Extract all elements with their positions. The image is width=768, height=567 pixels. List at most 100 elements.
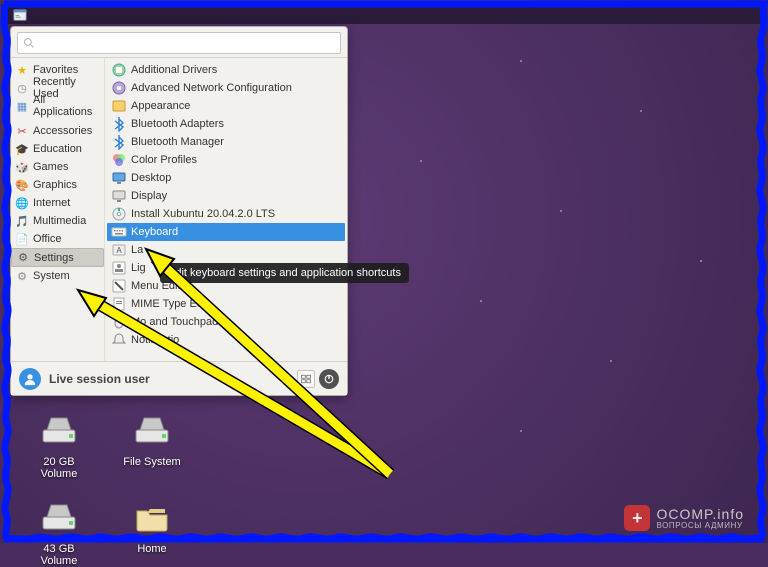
app-item-label: Appearance [131, 100, 190, 112]
sidebar-item-all-applications[interactable]: ▦ All Applications [11, 97, 104, 115]
menu-sidebar: ★ Favorites ◷ Recently Used ▦ All Applic… [11, 58, 105, 361]
watermark-sub: ВОПРОСЫ АДМИНУ [656, 521, 744, 530]
sidebar-item-accessories[interactable]: ✂ Accessories [11, 122, 104, 140]
mouse-icon [111, 314, 127, 330]
app-item-label: Desktop [131, 172, 171, 184]
graphics-icon: 🎨 [15, 178, 29, 192]
gear-icon: ⚙ [16, 251, 30, 265]
app-item-notifications[interactable]: Notificatio [107, 331, 345, 349]
sidebar-item-label: Education [33, 143, 82, 155]
system-icon: ⚙ [15, 269, 29, 283]
app-item-color-profiles[interactable]: Color Profiles [107, 151, 345, 169]
app-item-label: Advanced Network Configuration [131, 82, 292, 94]
drive-icon [130, 408, 174, 452]
desktop-icon-volume[interactable]: 43 GB Volume [25, 495, 93, 567]
sidebar-item-system[interactable]: ⚙ System [11, 267, 104, 285]
desktop-icon-home[interactable]: Home [118, 495, 186, 555]
tooltip: Edit keyboard settings and application s… [160, 263, 409, 283]
app-item-keyboard[interactable]: Keyboard [107, 223, 345, 241]
sidebar-item-label: Settings [34, 252, 74, 264]
folder-icon [130, 495, 174, 539]
icon-label: File System [118, 456, 186, 468]
language-icon: A [111, 242, 127, 258]
app-item-bluetooth-adapters[interactable]: Bluetooth Adapters [107, 115, 345, 133]
grid-icon: ▦ [15, 99, 29, 113]
app-item-appearance[interactable]: Appearance [107, 97, 345, 115]
svg-text:A: A [116, 246, 122, 255]
search-icon [23, 37, 35, 49]
office-icon: 📄 [15, 232, 29, 246]
applications-menu: ★ Favorites ◷ Recently Used ▦ All Applic… [10, 26, 348, 396]
app-item-label: Lig [131, 262, 146, 274]
app-item-label: Bluetooth Manager [131, 136, 224, 148]
sidebar-item-label: Accessories [33, 125, 92, 137]
sidebar-item-settings[interactable]: ⚙ Settings [11, 248, 104, 267]
app-item-label: Bluetooth Adapters [131, 118, 224, 130]
watermark-main: OCOMP [656, 506, 712, 522]
menu-editor-icon [111, 278, 127, 294]
drivers-icon [111, 62, 127, 78]
app-item-label: Display [131, 190, 167, 202]
app-item-label: Mo and Touchpad [131, 316, 218, 328]
multimedia-icon: 🎵 [15, 214, 29, 228]
app-item-label: Install Xubuntu 20.04.2.0 LTS [131, 208, 275, 220]
settings-manager-button[interactable] [297, 370, 315, 388]
sidebar-item-education[interactable]: 🎓 Education [11, 140, 104, 158]
sidebar-item-multimedia[interactable]: 🎵 Multimedia [11, 212, 104, 230]
display-icon [111, 188, 127, 204]
app-item-label: MIME Type Edit [131, 298, 208, 310]
keyboard-icon [111, 224, 127, 240]
bluetooth-icon [111, 116, 127, 132]
applications-menu-button[interactable] [9, 6, 31, 24]
app-item-label: Color Profiles [131, 154, 197, 166]
app-item-language-support[interactable]: A La [107, 241, 345, 259]
install-disc-icon [111, 206, 127, 222]
sidebar-item-label: Office [33, 233, 62, 245]
sidebar-item-internet[interactable]: 🌐 Internet [11, 194, 104, 212]
icon-label: 43 GB Volume [25, 543, 93, 567]
notifications-icon [111, 332, 127, 348]
desktop-icon-filesystem[interactable]: File System [118, 408, 186, 468]
lightdm-icon [111, 260, 127, 276]
app-item-label: La [131, 244, 143, 256]
clock-icon: ◷ [15, 81, 29, 95]
app-item-install-xubuntu[interactable]: Install Xubuntu 20.04.2.0 LTS [107, 205, 345, 223]
education-icon: 🎓 [15, 142, 29, 156]
sidebar-item-label: Games [33, 161, 68, 173]
menu-footer: Live session user [11, 361, 347, 395]
sidebar-item-office[interactable]: 📄 Office [11, 230, 104, 248]
games-icon: 🎲 [15, 160, 29, 174]
star-icon: ★ [15, 63, 29, 77]
desktop-icon [111, 170, 127, 186]
search-input[interactable] [17, 32, 341, 54]
appearance-icon [111, 98, 127, 114]
app-item-additional-drivers[interactable]: Additional Drivers [107, 61, 345, 79]
app-item-display[interactable]: Display [107, 187, 345, 205]
sidebar-item-games[interactable]: 🎲 Games [11, 158, 104, 176]
power-button[interactable] [319, 369, 339, 389]
sidebar-item-graphics[interactable]: 🎨 Graphics [11, 176, 104, 194]
mime-icon [111, 296, 127, 312]
desktop-icon-volume[interactable]: 20 GB Volume [25, 408, 93, 480]
app-item-bluetooth-manager[interactable]: Bluetooth Manager [107, 133, 345, 151]
app-item-label: Keyboard [131, 226, 178, 238]
app-item-label: Notificatio [131, 334, 179, 346]
drive-icon [37, 408, 81, 452]
watermark-badge-icon [624, 505, 650, 531]
sidebar-item-label: Favorites [33, 64, 78, 76]
app-item-mouse-touchpad[interactable]: Mo and Touchpad [107, 313, 345, 331]
accessories-icon: ✂ [15, 124, 29, 138]
top-panel [7, 6, 761, 24]
app-item-advanced-network[interactable]: Advanced Network Configuration [107, 79, 345, 97]
watermark-suffix: .info [713, 506, 744, 522]
watermark: OCOMP.info ВОПРОСЫ АДМИНУ [624, 505, 744, 531]
icon-label: 20 GB Volume [25, 456, 93, 480]
icon-label: Home [118, 543, 186, 555]
app-item-label: Additional Drivers [131, 64, 217, 76]
bluetooth-icon [111, 134, 127, 150]
sidebar-item-label: Internet [33, 197, 70, 209]
color-profiles-icon [111, 152, 127, 168]
app-item-desktop[interactable]: Desktop [107, 169, 345, 187]
app-item-mime-type-editor[interactable]: MIME Type Edit [107, 295, 345, 313]
sidebar-item-label: Graphics [33, 179, 77, 191]
